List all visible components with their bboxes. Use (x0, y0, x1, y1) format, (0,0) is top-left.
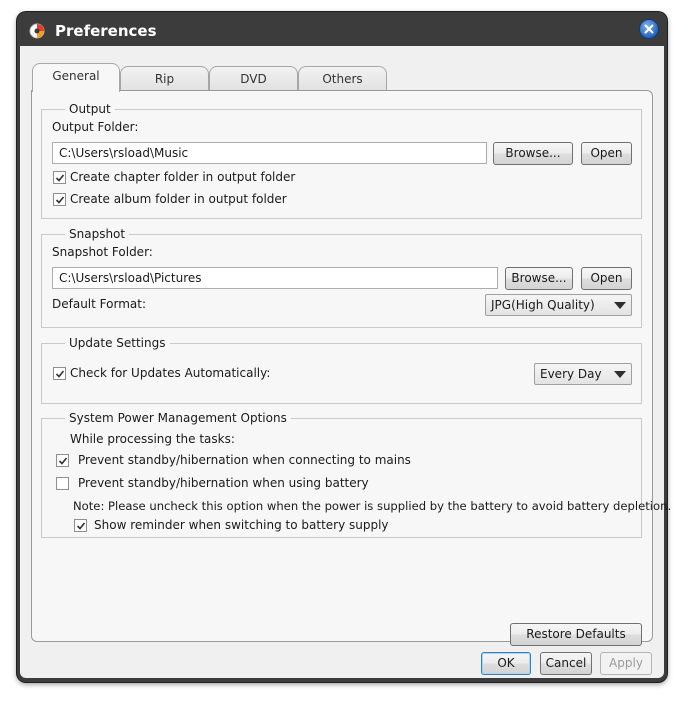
title-bar[interactable]: Preferences (17, 12, 667, 48)
battery-reminder-checkbox[interactable] (74, 519, 87, 532)
chevron-down-icon (614, 371, 626, 378)
tab-rip[interactable]: Rip (120, 66, 209, 91)
chapter-folder-checkbox[interactable] (53, 171, 66, 184)
preferences-window: Preferences General Rip DVD Others Outpu… (17, 12, 671, 682)
tab-general[interactable]: General (32, 63, 120, 92)
apply-button[interactable]: Apply (600, 652, 652, 675)
chapter-folder-label: Create chapter folder in output folder (70, 170, 296, 184)
album-folder-label: Create album folder in output folder (70, 192, 287, 206)
cancel-button[interactable]: Cancel (540, 652, 592, 675)
default-format-value: JPG(High Quality) (491, 298, 595, 312)
checkmark-icon (55, 370, 65, 378)
default-format-label: Default Format: (52, 297, 146, 311)
battery-note: Note: Please uncheck this option when th… (73, 499, 672, 513)
snapshot-legend: Snapshot (65, 227, 130, 241)
checkmark-icon (76, 522, 86, 530)
checkmark-icon (55, 174, 65, 182)
checkmark-icon (58, 457, 68, 465)
auto-update-checkbox[interactable] (53, 367, 66, 380)
output-browse-button[interactable]: Browse... (493, 142, 573, 165)
ok-button[interactable]: OK (481, 652, 531, 675)
checkmark-icon (55, 196, 65, 204)
tab-others[interactable]: Others (298, 66, 387, 91)
prevent-standby-battery-checkbox[interactable] (56, 477, 69, 490)
window-title: Preferences (55, 22, 157, 40)
prevent-standby-battery-label: Prevent standby/hibernation when using b… (78, 476, 369, 490)
album-folder-checkbox[interactable] (53, 193, 66, 206)
output-folder-input[interactable]: C:\Users\rsload\Music (52, 142, 487, 164)
snapshot-folder-input[interactable]: C:\Users\rsload\Pictures (52, 267, 498, 289)
output-legend: Output (65, 102, 115, 116)
power-management-legend: System Power Management Options (65, 411, 291, 425)
auto-update-label: Check for Updates Automatically: (70, 366, 271, 380)
while-processing-label: While processing the tasks: (70, 432, 235, 446)
snapshot-open-button[interactable]: Open (581, 267, 632, 290)
general-tab-panel: Output Output Folder: C:\Users\rsload\Mu… (31, 90, 671, 646)
default-format-select[interactable]: JPG(High Quality) (485, 294, 632, 316)
restore-defaults-button[interactable]: Restore Defaults (510, 623, 642, 646)
prevent-standby-mains-label: Prevent standby/hibernation when connect… (78, 453, 411, 467)
output-folder-label: Output Folder: (52, 120, 139, 134)
update-frequency-value: Every Day (540, 367, 602, 381)
app-logo-icon (29, 23, 45, 39)
tab-dvd[interactable]: DVD (209, 66, 298, 91)
snapshot-folder-label: Snapshot Folder: (52, 245, 153, 259)
battery-reminder-label: Show reminder when switching to battery … (94, 518, 389, 532)
prevent-standby-mains-checkbox[interactable] (56, 454, 69, 467)
chevron-down-icon (614, 302, 626, 309)
close-button[interactable] (639, 19, 659, 39)
snapshot-browse-button[interactable]: Browse... (505, 267, 573, 290)
dialog-client-area: General Rip DVD Others Output Output Fol… (20, 46, 671, 678)
output-open-button[interactable]: Open (581, 142, 632, 165)
close-icon (644, 24, 654, 34)
update-settings-legend: Update Settings (65, 336, 170, 350)
update-frequency-select[interactable]: Every Day (534, 363, 632, 385)
